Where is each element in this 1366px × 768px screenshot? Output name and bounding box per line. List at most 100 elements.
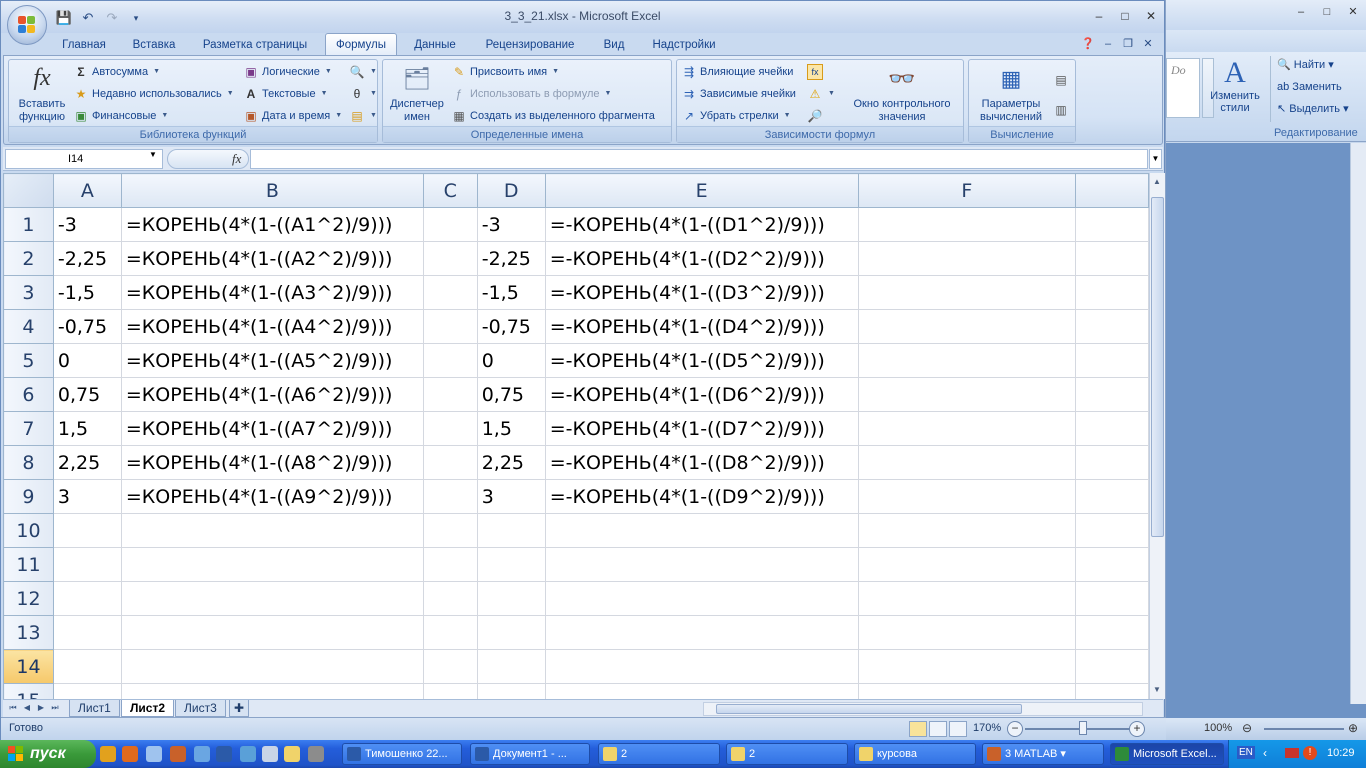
cell-d14[interactable] bbox=[476, 649, 546, 684]
matlab-quicklaunch-icon[interactable] bbox=[170, 746, 186, 762]
cell-f5[interactable] bbox=[857, 343, 1077, 378]
sheet-tab-1[interactable]: Лист1 bbox=[69, 700, 120, 717]
cell-c6[interactable] bbox=[422, 377, 478, 412]
cell-d7[interactable]: 1,5 bbox=[476, 411, 546, 446]
start-button[interactable]: пуск bbox=[0, 740, 96, 768]
chrome-icon[interactable] bbox=[100, 746, 116, 762]
cell-f9[interactable] bbox=[857, 479, 1077, 514]
logical-button[interactable]: ▣ Логические ▼ bbox=[243, 62, 332, 82]
cell-e5[interactable]: =-КОРЕНЬ(4*(1-((D5^2)/9))) bbox=[544, 343, 859, 378]
cell-d10[interactable] bbox=[476, 513, 546, 548]
cell-b3[interactable]: =КОРЕНЬ(4*(1-((A3^2)/9))) bbox=[120, 275, 424, 310]
cell-e12[interactable] bbox=[544, 581, 859, 616]
cell-c5[interactable] bbox=[422, 343, 478, 378]
cell-f12[interactable] bbox=[857, 581, 1077, 616]
task-matlab[interactable]: 3 MATLAB ▾ bbox=[982, 743, 1104, 765]
page-layout-view-icon[interactable] bbox=[929, 721, 947, 737]
cell-d13[interactable] bbox=[476, 615, 546, 650]
row-header[interactable]: 11 bbox=[3, 547, 54, 582]
cell-e15[interactable] bbox=[544, 683, 859, 699]
select-all-corner[interactable] bbox=[3, 173, 54, 208]
cell-b13[interactable] bbox=[120, 615, 424, 650]
cell-f7[interactable] bbox=[857, 411, 1077, 446]
cell-c3[interactable] bbox=[422, 275, 478, 310]
create-from-selection-button[interactable]: ▦ Создать из выделенного фрагмента bbox=[451, 106, 655, 126]
name-box-dropdown-icon[interactable]: ▼ bbox=[149, 150, 157, 159]
prev-sheet-icon[interactable]: ◀ bbox=[21, 701, 33, 715]
cell-g4[interactable] bbox=[1075, 309, 1149, 344]
cell-a10[interactable] bbox=[52, 513, 122, 548]
scroll-down-icon[interactable]: ▼ bbox=[1150, 683, 1164, 697]
show-desktop-icon[interactable] bbox=[146, 746, 162, 762]
cell-e9[interactable]: =-КОРЕНЬ(4*(1-((D9^2)/9))) bbox=[544, 479, 859, 514]
language-indicator[interactable]: EN bbox=[1237, 746, 1255, 759]
row-header[interactable]: 15 bbox=[3, 683, 54, 699]
cell-f1[interactable] bbox=[857, 207, 1077, 242]
word-zoom-slider[interactable] bbox=[1264, 728, 1344, 730]
cell-e7[interactable]: =-КОРЕНЬ(4*(1-((D7^2)/9))) bbox=[544, 411, 859, 446]
column-header-f[interactable]: F bbox=[857, 173, 1077, 208]
row-header[interactable]: 1 bbox=[3, 207, 54, 242]
math-trig-button[interactable]: θ ▼ bbox=[349, 84, 377, 104]
formula-input[interactable] bbox=[250, 149, 1148, 169]
cell-c13[interactable] bbox=[422, 615, 478, 650]
task-word-document1[interactable]: Документ1 - ... bbox=[470, 743, 590, 765]
cell-b7[interactable]: =КОРЕНЬ(4*(1-((A7^2)/9))) bbox=[120, 411, 424, 446]
doc-minimize-button[interactable]: – bbox=[1099, 36, 1117, 52]
zoom-in-icon[interactable]: + bbox=[1129, 721, 1145, 737]
vertical-scrollbar[interactable]: ▲ ▼ bbox=[1149, 173, 1165, 699]
minimize-button[interactable]: – bbox=[1087, 6, 1111, 26]
cell-g15[interactable] bbox=[1075, 683, 1149, 699]
cell-f2[interactable] bbox=[857, 241, 1077, 276]
quicklaunch-app-icon[interactable] bbox=[194, 746, 210, 762]
tab-review[interactable]: Рецензирование bbox=[473, 35, 587, 55]
word-change-styles-button[interactable]: A Изменить стили bbox=[1204, 56, 1266, 114]
word-quicklaunch-icon[interactable] bbox=[216, 746, 232, 762]
cell-e3[interactable]: =-КОРЕНЬ(4*(1-((D3^2)/9))) bbox=[544, 275, 859, 310]
cell-a3[interactable]: -1,5 bbox=[52, 275, 122, 310]
cell-d8[interactable]: 2,25 bbox=[476, 445, 546, 480]
calc-sheet-button[interactable]: ▥ bbox=[1053, 100, 1069, 120]
word-select-button[interactable]: ↖ Выделить ▾ bbox=[1277, 100, 1366, 122]
autosum-button[interactable]: Σ Автосумма ▼ bbox=[73, 62, 160, 82]
next-sheet-icon[interactable]: ▶ bbox=[35, 701, 47, 715]
financial-button[interactable]: ▣ Финансовые ▼ bbox=[73, 106, 168, 126]
cell-c15[interactable] bbox=[422, 683, 478, 699]
cell-b1[interactable]: =КОРЕНЬ(4*(1-((A1^2)/9))) bbox=[120, 207, 424, 242]
cell-d6[interactable]: 0,75 bbox=[476, 377, 546, 412]
cell-e4[interactable]: =-КОРЕНЬ(4*(1-((D4^2)/9))) bbox=[544, 309, 859, 344]
cell-d12[interactable] bbox=[476, 581, 546, 616]
name-box[interactable]: I14 bbox=[5, 149, 163, 169]
column-header-c[interactable]: C bbox=[422, 173, 478, 208]
cell-g6[interactable] bbox=[1075, 377, 1149, 412]
cell-f8[interactable] bbox=[857, 445, 1077, 480]
cell-d4[interactable]: -0,75 bbox=[476, 309, 546, 344]
cell-d9[interactable]: 3 bbox=[476, 479, 546, 514]
trace-dependents-button[interactable]: ⇉ Зависимые ячейки bbox=[681, 84, 796, 104]
cell-a1[interactable]: -3 bbox=[52, 207, 122, 242]
quicklaunch-tool-icon[interactable] bbox=[308, 746, 324, 762]
cell-b11[interactable] bbox=[120, 547, 424, 582]
cell-c12[interactable] bbox=[422, 581, 478, 616]
cell-b2[interactable]: =КОРЕНЬ(4*(1-((A2^2)/9))) bbox=[120, 241, 424, 276]
row-header[interactable]: 2 bbox=[3, 241, 54, 276]
remove-arrows-button[interactable]: ↗ Убрать стрелки ▼ bbox=[681, 106, 791, 126]
cell-a2[interactable]: -2,25 bbox=[52, 241, 122, 276]
row-header[interactable]: 12 bbox=[3, 581, 54, 616]
cell-g10[interactable] bbox=[1075, 513, 1149, 548]
ie-icon[interactable] bbox=[240, 746, 256, 762]
error-checking-button[interactable]: ⚠ ▼ bbox=[807, 84, 835, 104]
datetime-button[interactable]: ▣ Дата и время ▼ bbox=[243, 106, 342, 126]
tab-data[interactable]: Данные bbox=[405, 35, 465, 55]
use-in-formula-button[interactable]: ƒ Использовать в формуле ▼ bbox=[451, 84, 612, 104]
cell-g11[interactable] bbox=[1075, 547, 1149, 582]
tab-formulas[interactable]: Формулы bbox=[325, 33, 397, 55]
cell-c2[interactable] bbox=[422, 241, 478, 276]
cell-a13[interactable] bbox=[52, 615, 122, 650]
cell-e8[interactable]: =-КОРЕНЬ(4*(1-((D8^2)/9))) bbox=[544, 445, 859, 480]
cell-d1[interactable]: -3 bbox=[476, 207, 546, 242]
cell-g3[interactable] bbox=[1075, 275, 1149, 310]
tab-page-layout[interactable]: Разметка страницы bbox=[193, 35, 317, 55]
tab-insert[interactable]: Вставка bbox=[123, 35, 185, 55]
cell-e11[interactable] bbox=[544, 547, 859, 582]
